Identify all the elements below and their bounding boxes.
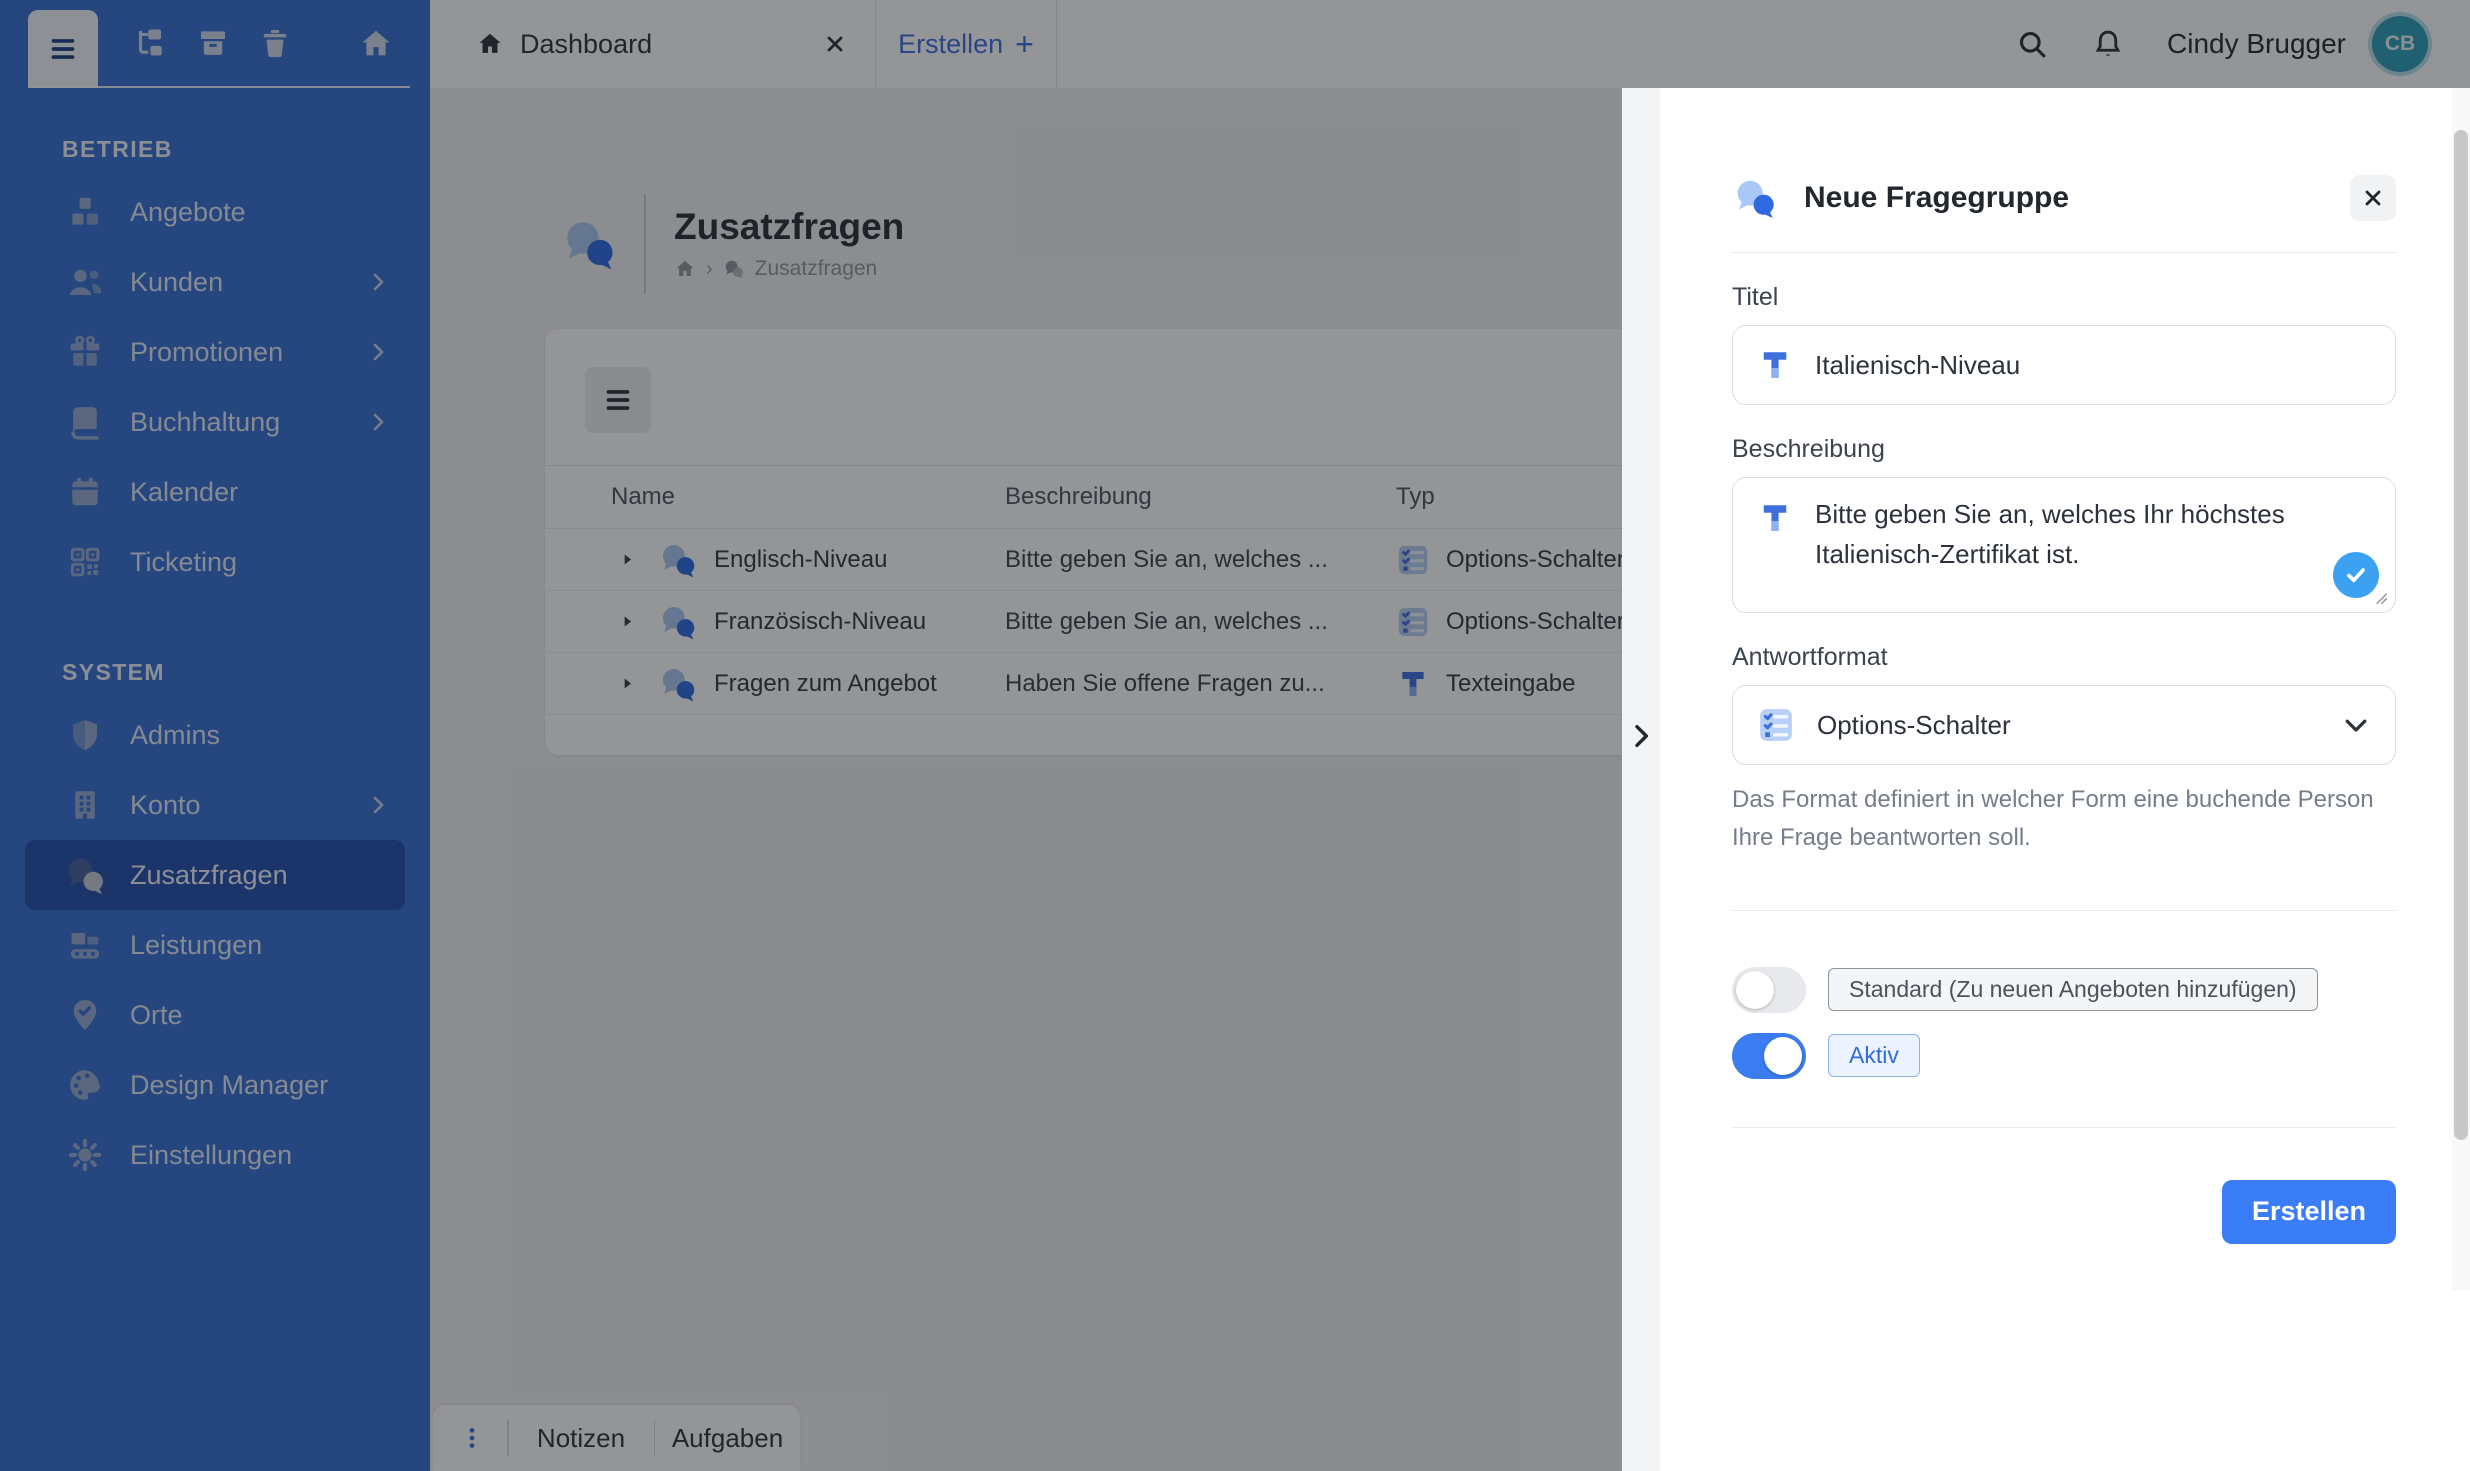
antwortformat-label: Antwortformat (1732, 643, 1888, 671)
close-drawer-button[interactable] (2350, 175, 2396, 221)
toggle-knob (1736, 970, 1774, 1009)
chevron-down-icon (2341, 710, 2371, 740)
beschreibung-value: Bitte geben Sie an, welches Ihr höchstes… (1815, 499, 2285, 570)
standard-toggle[interactable] (1732, 966, 1806, 1013)
beschreibung-textarea[interactable]: Bitte geben Sie an, welches Ihr höchstes… (1732, 477, 2396, 613)
chat-bubbles-icon (1732, 175, 1778, 221)
drawer-actions: Erstellen (1732, 1179, 2396, 1244)
drawer-title: Neue Fragegruppe (1804, 181, 2070, 214)
new-question-group-drawer: Neue Fragegruppe Titel Italienisch-Nivea… (1622, 88, 2470, 1471)
antwortformat-help-text: Das Format definiert in welcher Form ein… (1732, 786, 2374, 852)
drawer-scrollbar[interactable] (2452, 88, 2470, 1290)
modal-scrim (0, 0, 1622, 1471)
close-icon (2361, 186, 2385, 210)
aktiv-toggle-label: Aktiv (1828, 1034, 1920, 1078)
standard-toggle-row: Standard (Zu neuen Angeboten hinzufügen) (1732, 966, 2396, 1013)
drawer-divider (1732, 909, 2396, 911)
drawer-body: Neue Fragegruppe Titel Italienisch-Nivea… (1732, 88, 2396, 1244)
modal-scrim (1622, 0, 2470, 88)
standard-toggle-label: Standard (Zu neuen Angeboten hinzufügen) (1828, 968, 2318, 1012)
antwortformat-value: Options-Schalter (1817, 709, 2011, 740)
options-list-icon (1757, 706, 1795, 744)
text-type-icon (1757, 500, 1793, 536)
titel-label: Titel (1732, 283, 1779, 311)
text-type-icon (1757, 347, 1793, 383)
app-root: BETRIEB Angebote Kunden Promotionen Buch… (0, 0, 2470, 1471)
drawer-divider (1732, 252, 2396, 253)
drawer-header: Neue Fragegruppe (1732, 174, 2396, 222)
resize-grip-icon[interactable] (2368, 585, 2390, 607)
collapse-drawer-button[interactable] (1622, 710, 1660, 762)
drawer-rail (1622, 88, 1660, 1471)
titel-input[interactable]: Italienisch-Niveau (1732, 325, 2396, 405)
aktiv-toggle-row: Aktiv (1732, 1032, 2396, 1079)
toggle-knob (1764, 1036, 1802, 1075)
aktiv-toggle[interactable] (1732, 1032, 1806, 1079)
chevron-right-icon (1625, 720, 1657, 752)
drawer-divider (1732, 1126, 2396, 1128)
erstellen-button[interactable]: Erstellen (2221, 1179, 2396, 1244)
titel-value: Italienisch-Niveau (1815, 349, 2021, 380)
beschreibung-label: Beschreibung (1732, 435, 1885, 463)
scrollbar-thumb[interactable] (2454, 130, 2468, 1140)
antwortformat-select[interactable]: Options-Schalter (1732, 685, 2396, 765)
